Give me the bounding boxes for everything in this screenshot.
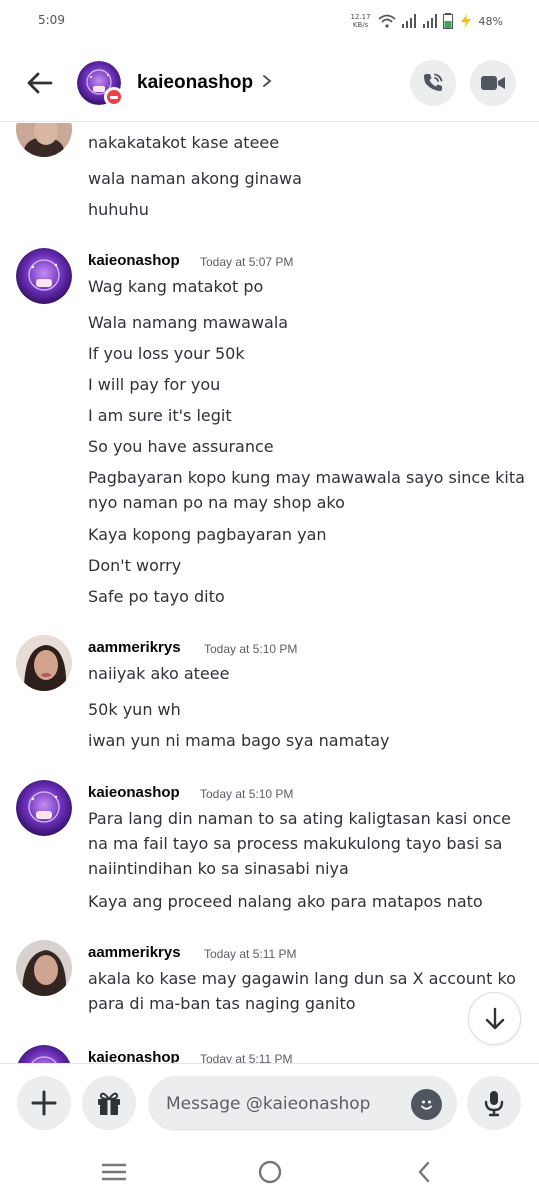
- message-timestamp: Today at 5:10 PM: [200, 787, 294, 801]
- user-avatar[interactable]: [16, 635, 72, 691]
- wifi-icon: [377, 14, 396, 28]
- message-text: Wala namang mawawala: [88, 313, 289, 332]
- message-timestamp: Today at 5:10 PM: [204, 642, 298, 656]
- message-composer: Message @kaieonashop: [0, 1063, 539, 1145]
- signal-icon-2: [422, 14, 437, 28]
- network-speed: 12.17 KB/s: [350, 13, 371, 29]
- message-text: Pagbayaran kopo kung may mawawala sayo s…: [88, 468, 525, 512]
- emoji-icon: [421, 1100, 432, 1110]
- message-timestamp: Today at 5:11 PM: [204, 947, 297, 961]
- message-text: huhuhu: [88, 200, 149, 219]
- gift-icon: [98, 1092, 120, 1115]
- chevron-right-icon: [263, 75, 272, 87]
- plus-icon: [31, 1090, 57, 1116]
- message-list[interactable]: nakakatakot kase ateee wala naman akong …: [0, 123, 539, 1063]
- user-avatar[interactable]: [16, 1045, 72, 1063]
- message-author[interactable]: kaieonashop: [88, 784, 180, 801]
- add-attachment-button[interactable]: [17, 1076, 71, 1130]
- system-nav-bar: [0, 1145, 539, 1200]
- message-text: Wag kang matakot po: [88, 277, 264, 296]
- message-text: Kaya kopong pagbayaran yan: [88, 525, 327, 544]
- back-icon: [418, 1161, 430, 1183]
- message-text: So you have assurance: [88, 437, 274, 456]
- back-button[interactable]: [20, 64, 58, 102]
- battery-icon: [442, 13, 453, 29]
- recents-icon: [101, 1163, 127, 1181]
- message-text: Kaya ang proceed nalang ako para matapos…: [88, 892, 483, 911]
- emoji-button[interactable]: [411, 1089, 442, 1120]
- phone-call-icon: [424, 73, 443, 91]
- message-text: nakakatakot kase ateee: [88, 133, 280, 152]
- message-text: Safe po tayo dito: [88, 587, 225, 606]
- voice-message-button[interactable]: [467, 1076, 521, 1130]
- message-timestamp: Today at 5:07 PM: [200, 255, 294, 269]
- user-avatar[interactable]: [16, 248, 72, 304]
- voice-call-button[interactable]: [410, 60, 456, 106]
- nav-back-button[interactable]: [404, 1157, 444, 1187]
- home-button[interactable]: [250, 1157, 290, 1187]
- dnd-status-badge: [104, 87, 124, 107]
- video-camera-icon: [481, 76, 505, 90]
- charging-icon: [460, 14, 471, 28]
- signal-icon: [401, 14, 416, 28]
- message-author[interactable]: kaieonashop: [88, 252, 180, 269]
- message-text: wala naman akong ginawa: [88, 169, 302, 188]
- recents-button[interactable]: [94, 1157, 134, 1187]
- user-avatar[interactable]: [16, 940, 72, 996]
- home-icon: [258, 1160, 282, 1184]
- message-text: 50k yun wh: [88, 700, 181, 719]
- message-text: iwan yun ni mama bago sya namatay: [88, 731, 390, 750]
- message-text: I will pay for you: [88, 375, 221, 394]
- arrow-left-icon: [27, 72, 53, 94]
- scroll-to-bottom-button[interactable]: [468, 992, 521, 1045]
- status-icons: 12.17 KB/s 48%: [350, 8, 503, 34]
- battery-percent: 48%: [478, 14, 503, 28]
- message-author[interactable]: aammerikrys: [88, 639, 181, 656]
- user-avatar[interactable]: [16, 780, 72, 836]
- message-author[interactable]: aammerikrys: [88, 944, 181, 961]
- message-text: Don't worry: [88, 556, 182, 575]
- arrow-down-icon: [485, 1007, 504, 1029]
- channel-name[interactable]: kaieonashop: [137, 72, 253, 94]
- user-avatar[interactable]: [16, 123, 72, 157]
- microphone-icon: [484, 1091, 504, 1117]
- status-bar: 5:09 12.17 KB/s 48%: [0, 0, 539, 44]
- message-text: akala ko kase may gagawin lang dun sa X …: [88, 969, 516, 1013]
- message-text: If you loss your 50k: [88, 344, 245, 363]
- message-timestamp: Today at 5:11 PM: [200, 1052, 293, 1063]
- message-text: I am sure it's legit: [88, 406, 232, 425]
- message-author[interactable]: kaieonashop: [88, 1049, 180, 1063]
- status-time: 5:09: [38, 13, 65, 27]
- chat-header: kaieonashop: [0, 44, 539, 122]
- message-text: Para lang din naman to sa ating kaligtas…: [88, 809, 512, 878]
- message-text: naiiyak ako ateee: [88, 664, 230, 683]
- gift-button[interactable]: [82, 1076, 136, 1130]
- video-call-button[interactable]: [470, 60, 516, 106]
